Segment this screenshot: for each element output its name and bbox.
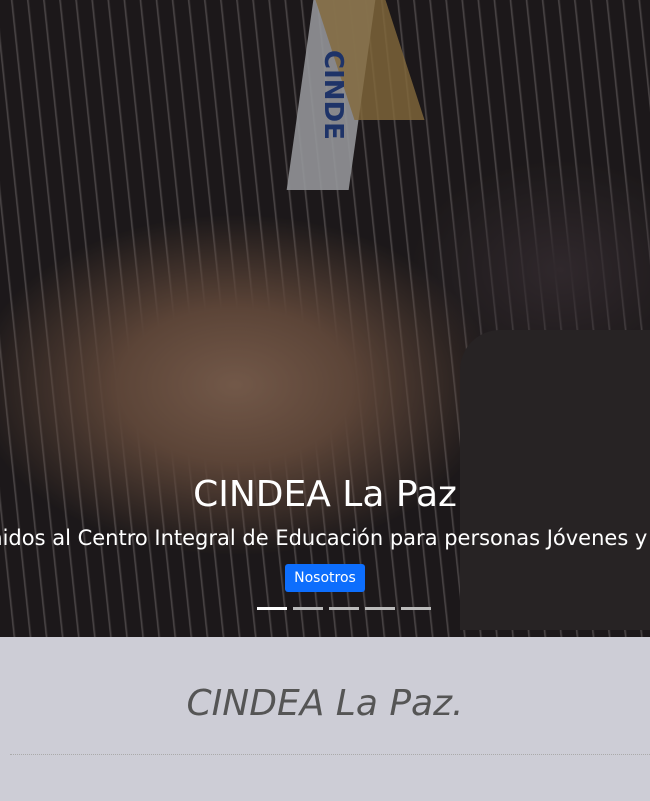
carousel-indicator-2[interactable]	[293, 607, 323, 610]
hero-carousel: CINDE CINDEA La Paz Bienvenidos al Centr…	[0, 0, 650, 637]
carousel-indicators	[257, 607, 431, 610]
carousel-indicator-5[interactable]	[401, 607, 431, 610]
nosotros-button[interactable]: Nosotros	[285, 564, 365, 592]
section-divider	[10, 754, 650, 755]
carousel-indicator-4[interactable]	[365, 607, 395, 610]
hero-title: CINDEA La Paz	[193, 474, 457, 515]
carousel-indicator-1[interactable]	[257, 607, 287, 610]
carousel-indicator-3[interactable]	[329, 607, 359, 610]
intro-section: CINDEA La Paz.	[0, 637, 650, 801]
hero-subtitle: Bienvenidos al Centro Integral de Educac…	[0, 526, 650, 550]
carousel-caption: CINDEA La Paz Bienvenidos al Centro Inte…	[0, 472, 650, 592]
section-heading: CINDEA La Paz.	[186, 683, 464, 724]
